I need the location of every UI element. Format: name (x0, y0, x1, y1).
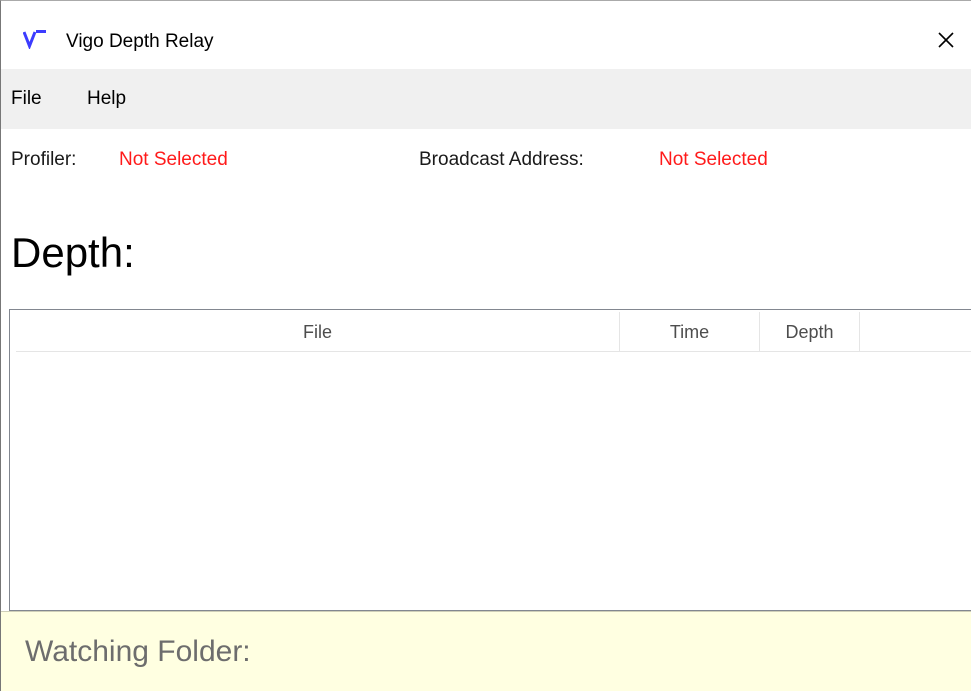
column-header-file[interactable]: File (16, 312, 620, 352)
file-list[interactable]: File Time Depth (9, 309, 971, 611)
list-header: File Time Depth (16, 312, 971, 352)
broadcast-address-value: Not Selected (659, 149, 768, 170)
close-icon[interactable] (931, 25, 961, 55)
title-bar[interactable]: Vigo Depth Relay (1, 1, 971, 69)
main-window: Vigo Depth Relay File Help Profiler: Not… (0, 0, 971, 691)
vigo-logo-icon (23, 30, 46, 49)
profiler-label: Profiler: (11, 149, 77, 170)
depth-label: Depth: (11, 229, 135, 276)
watching-folder-label: Watching Folder: (25, 635, 251, 668)
menu-bar: File Help (1, 69, 971, 129)
column-header-depth[interactable]: Depth (760, 312, 860, 352)
profiler-value: Not Selected (119, 149, 228, 170)
menu-file[interactable]: File (11, 88, 42, 110)
menu-help[interactable]: Help (87, 88, 126, 110)
column-header-time[interactable]: Time (620, 312, 760, 352)
list-body[interactable] (10, 354, 971, 610)
watching-folder-bar: Watching Folder: (1, 611, 971, 691)
window-title: Vigo Depth Relay (66, 31, 214, 52)
broadcast-address-label: Broadcast Address: (419, 149, 584, 170)
